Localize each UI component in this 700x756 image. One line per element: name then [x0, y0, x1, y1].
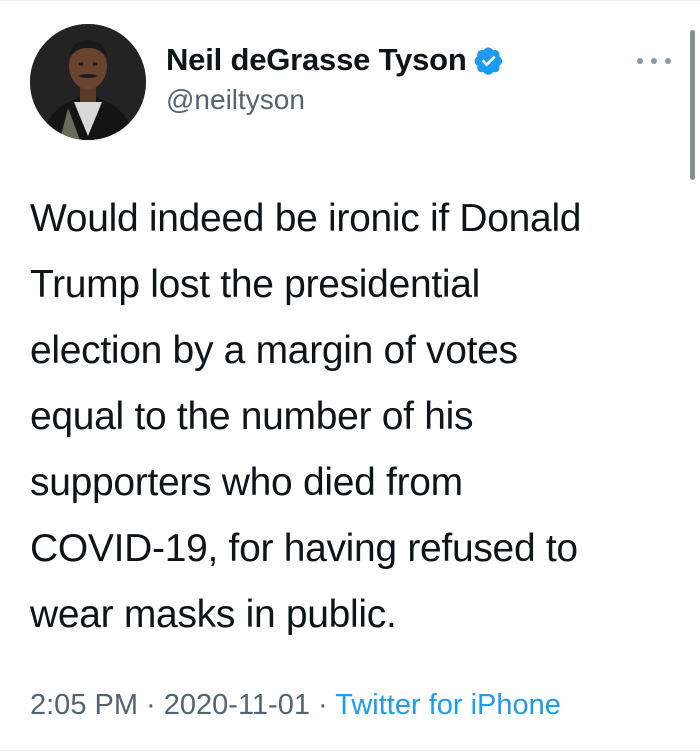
- tweet-meta: 2:05 PM · 2020-11-01 · Twitter for iPhon…: [30, 685, 561, 725]
- scrollbar[interactable]: [690, 30, 695, 180]
- meta-separator: ·: [309, 689, 336, 721]
- tweet-date[interactable]: 2020-11-01: [164, 689, 310, 721]
- tweet-source-link[interactable]: Twitter for iPhone: [335, 689, 561, 721]
- author-display-name[interactable]: Neil deGrasse Tyson: [166, 40, 467, 80]
- tweet-text: Would indeed be ironic if Donald Trump l…: [30, 197, 582, 636]
- dot: [637, 58, 643, 64]
- dot: [651, 58, 657, 64]
- meta-separator: ·: [138, 689, 164, 721]
- name-row: Neil deGrasse Tyson: [166, 40, 504, 80]
- tweet-card[interactable]: Neil deGrasse Tyson @neiltyson Would ind…: [0, 0, 700, 756]
- dot: [665, 58, 671, 64]
- bottom-divider: [0, 750, 700, 751]
- avatar[interactable]: [30, 24, 146, 140]
- author-names: Neil deGrasse Tyson @neiltyson: [166, 40, 504, 120]
- top-divider: [0, 0, 700, 1]
- verified-badge-icon: [473, 45, 504, 76]
- tweet-time[interactable]: 2:05 PM: [30, 689, 138, 721]
- more-options-icon[interactable]: [637, 54, 671, 68]
- avatar-photo: [30, 24, 146, 140]
- tweet-header: Neil deGrasse Tyson @neiltyson: [30, 22, 504, 142]
- author-handle[interactable]: @neiltyson: [166, 80, 504, 120]
